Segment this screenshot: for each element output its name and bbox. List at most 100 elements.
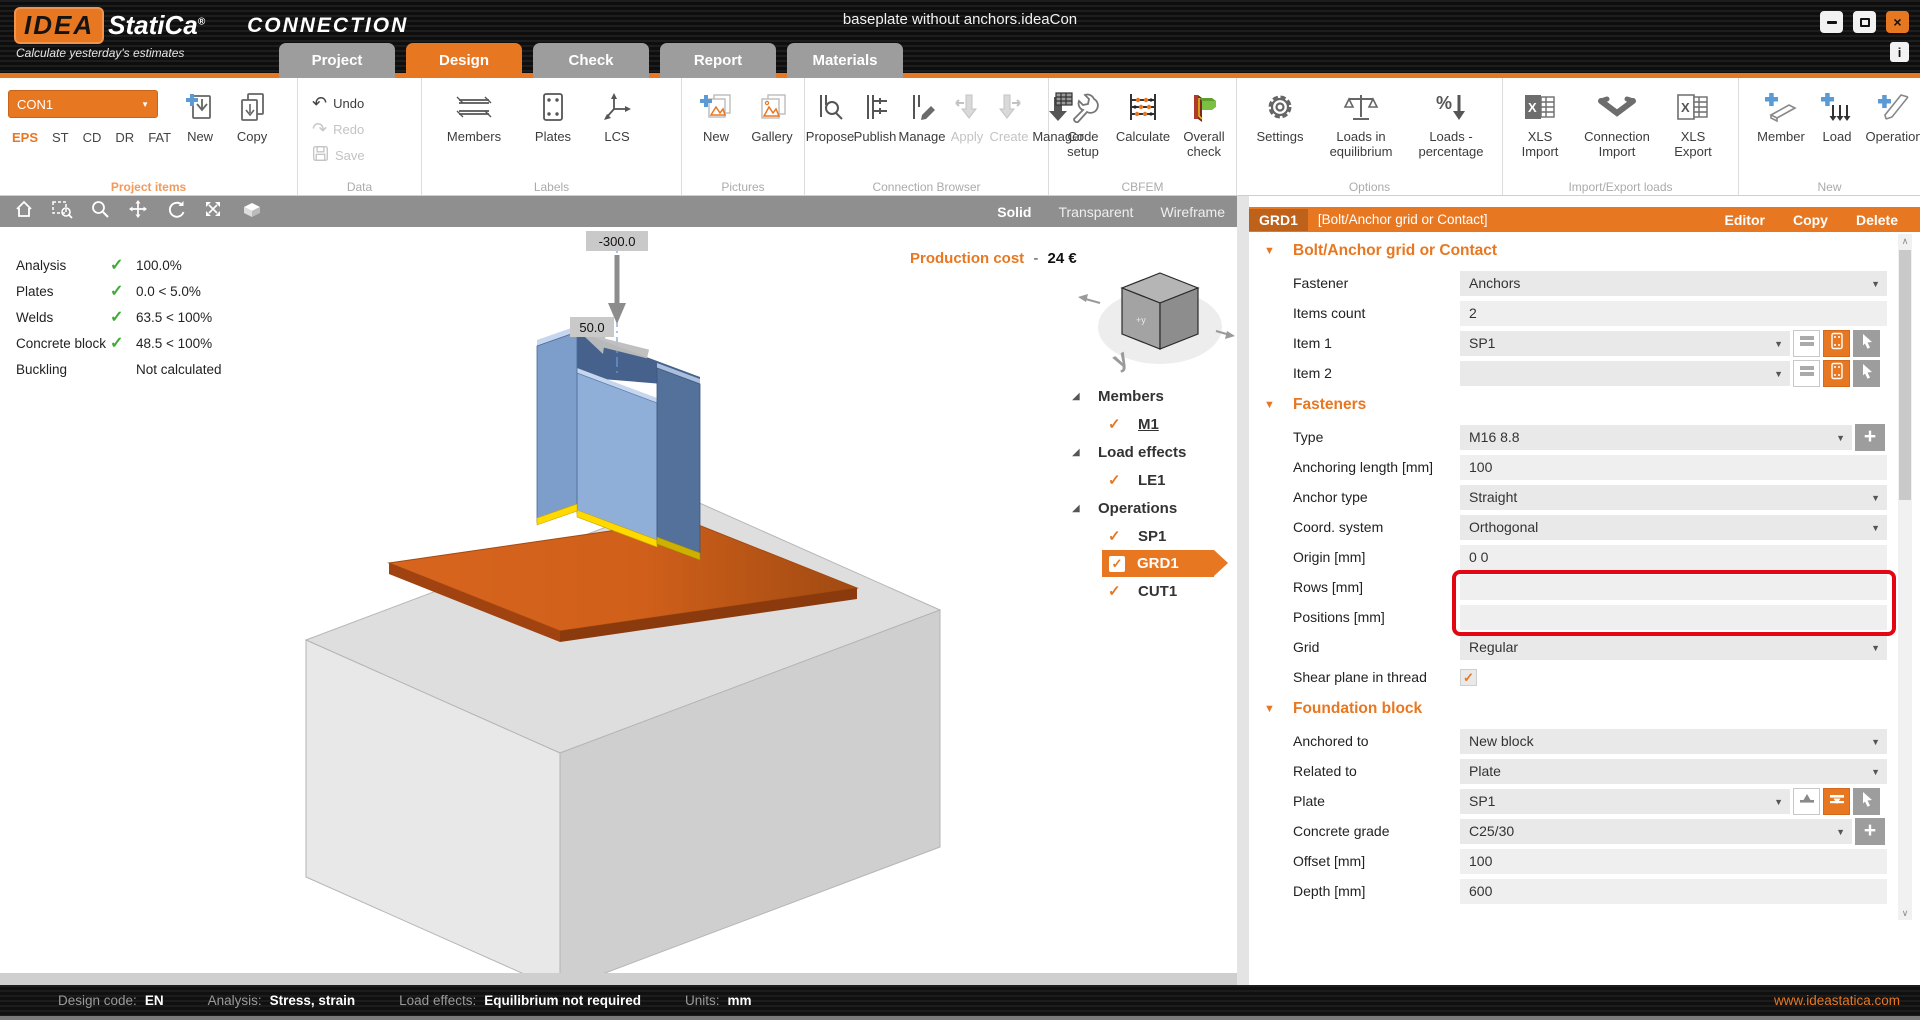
tree-item-sp1[interactable]: ✓ SP1	[1072, 522, 1237, 550]
tree-group-operations[interactable]: ◢ Operations	[1072, 494, 1237, 522]
manage-button[interactable]: Manage	[897, 90, 947, 179]
plate-bottom-face-button[interactable]	[1793, 788, 1820, 815]
info-button[interactable]: i	[1890, 42, 1909, 62]
xls-export-button[interactable]: X XLS Export	[1663, 90, 1723, 179]
checkbox-checked-icon[interactable]: ✓	[1109, 556, 1125, 572]
home-view-icon[interactable]	[14, 199, 34, 224]
analysis-type-cd[interactable]: CD	[83, 130, 102, 145]
new-load-button[interactable]: Load	[1813, 90, 1861, 179]
item2-select[interactable]: ▼	[1460, 361, 1790, 386]
origin-input[interactable]: 0 0	[1460, 545, 1887, 570]
tab-report[interactable]: Report	[660, 43, 776, 78]
redo-button[interactable]: ↷ Redo	[312, 118, 396, 140]
items-count-input[interactable]: 2	[1460, 301, 1887, 326]
zoom-icon[interactable]	[90, 199, 110, 224]
xls-import-button[interactable]: X XLS Import	[1509, 90, 1571, 179]
anchoring-length-input[interactable]: 100	[1460, 455, 1887, 480]
copy-operation-button[interactable]: Copy	[1793, 212, 1828, 228]
close-button[interactable]: ×	[1886, 11, 1909, 33]
connection-import-button[interactable]: Connection Import	[1571, 90, 1663, 179]
plates-button[interactable]: Plates	[520, 90, 586, 179]
panel-splitter[interactable]	[1237, 196, 1249, 985]
plate-top-face-button[interactable]	[1823, 788, 1850, 815]
rotate-icon[interactable]	[166, 199, 186, 224]
tree-group-members[interactable]: ◢ Members	[1072, 382, 1237, 410]
properties-scrollbar[interactable]: ∧ ∨	[1898, 234, 1912, 920]
new-project-item-button[interactable]: New	[177, 90, 223, 145]
pan-icon[interactable]	[127, 199, 149, 224]
tree-item-le1[interactable]: ✓ LE1	[1072, 466, 1237, 494]
item1-plate-button[interactable]	[1823, 330, 1850, 357]
scrollbar-thumb[interactable]	[1899, 250, 1911, 500]
depth-input[interactable]: 600	[1460, 879, 1887, 904]
collapse-triangle-icon[interactable]: ▼	[1264, 399, 1293, 411]
maximize-button[interactable]	[1853, 11, 1876, 33]
checkbox-checked-icon[interactable]: ✓	[1108, 527, 1138, 545]
lcs-button[interactable]: LCS	[586, 90, 648, 179]
navigation-cube[interactable]: y +y	[1078, 273, 1235, 374]
publish-button[interactable]: Publish	[853, 90, 897, 179]
concrete-grade-select[interactable]: C25/30 ▼	[1460, 819, 1852, 844]
item1-select[interactable]: SP1 ▼	[1460, 331, 1790, 356]
loads-in-equilibrium-button[interactable]: Loads in equilibrium	[1313, 90, 1409, 179]
overall-check-button[interactable]: Overall check	[1175, 90, 1233, 179]
view-mode-wireframe[interactable]: Wireframe	[1160, 204, 1225, 220]
view-mode-transparent[interactable]: Transparent	[1058, 204, 1133, 220]
item1-beam-button[interactable]	[1793, 330, 1820, 357]
apply-button[interactable]: Apply	[947, 90, 987, 179]
new-member-button[interactable]: Member	[1749, 90, 1813, 179]
shear-plane-checkbox[interactable]: ✓	[1460, 669, 1477, 686]
analysis-type-dr[interactable]: DR	[115, 130, 134, 145]
item1-pick-button[interactable]	[1853, 330, 1880, 357]
create-button[interactable]: Create	[987, 90, 1031, 179]
related-to-select[interactable]: Plate ▼	[1460, 759, 1887, 784]
scroll-down-icon[interactable]: ∨	[1898, 906, 1912, 920]
analysis-type-st[interactable]: ST	[52, 130, 69, 145]
tree-group-load-effects[interactable]: ◢ Load effects	[1072, 438, 1237, 466]
item2-beam-button[interactable]	[1793, 360, 1820, 387]
plate-select[interactable]: SP1 ▼	[1460, 789, 1790, 814]
analysis-type-fat[interactable]: FAT	[148, 130, 171, 145]
tree-item-grd1-selected[interactable]: ✓ GRD1	[1102, 550, 1214, 577]
anchored-to-select[interactable]: New block ▼	[1460, 729, 1887, 754]
tree-expander-icon[interactable]: ◢	[1072, 447, 1098, 458]
view-mode-solid[interactable]: Solid	[997, 204, 1031, 220]
tab-check[interactable]: Check	[533, 43, 649, 78]
settings-button[interactable]: Settings	[1247, 90, 1313, 179]
save-button[interactable]: Save	[312, 144, 396, 166]
analysis-type-eps[interactable]: EPS	[12, 130, 38, 145]
viewport-bottom-scrollstrip[interactable]	[0, 973, 1237, 985]
collapse-triangle-icon[interactable]: ▼	[1264, 245, 1293, 257]
code-setup-button[interactable]: Code setup	[1055, 90, 1111, 179]
tree-expander-icon[interactable]: ◢	[1072, 391, 1098, 402]
steel-column[interactable]	[537, 326, 700, 560]
fastener-select[interactable]: Anchors ▼	[1460, 271, 1887, 296]
website-link[interactable]: www.ideastatica.com	[1774, 993, 1900, 1008]
section-bolt-anchor-grid[interactable]: ▼ Bolt/Anchor grid or Contact	[1249, 234, 1920, 268]
checkbox-checked-icon[interactable]: ✓	[1108, 471, 1138, 489]
viewport-3d[interactable]: Solid Transparent Wireframe	[0, 196, 1237, 985]
gallery-button[interactable]: Gallery	[744, 90, 800, 179]
checkbox-checked-icon[interactable]: ✓	[1108, 582, 1138, 600]
tab-materials[interactable]: Materials	[787, 43, 903, 78]
tab-project[interactable]: Project	[279, 43, 395, 78]
item2-plate-button[interactable]	[1823, 360, 1850, 387]
new-picture-button[interactable]: New	[688, 90, 744, 179]
loads-percentage-button[interactable]: % Loads - percentage	[1409, 90, 1493, 179]
delete-operation-button[interactable]: Delete	[1856, 212, 1898, 228]
tab-design[interactable]: Design	[406, 43, 522, 78]
add-fastener-type-button[interactable]: +	[1855, 424, 1885, 451]
item2-pick-button[interactable]	[1853, 360, 1880, 387]
add-concrete-grade-button[interactable]: +	[1855, 818, 1885, 845]
tree-expander-icon[interactable]: ◢	[1072, 503, 1098, 514]
checkbox-checked-icon[interactable]: ✓	[1108, 415, 1138, 433]
zoom-extents-icon[interactable]	[203, 199, 223, 224]
zoom-window-icon[interactable]	[51, 199, 73, 224]
undo-button[interactable]: ↶ Undo	[312, 92, 396, 114]
copy-project-item-button[interactable]: Copy	[229, 90, 275, 145]
solid-view-icon[interactable]	[240, 199, 264, 224]
minimize-button[interactable]	[1820, 11, 1843, 33]
collapse-triangle-icon[interactable]: ▼	[1264, 703, 1293, 715]
offset-input[interactable]: 100	[1460, 849, 1887, 874]
section-fasteners[interactable]: ▼ Fasteners	[1249, 388, 1920, 422]
